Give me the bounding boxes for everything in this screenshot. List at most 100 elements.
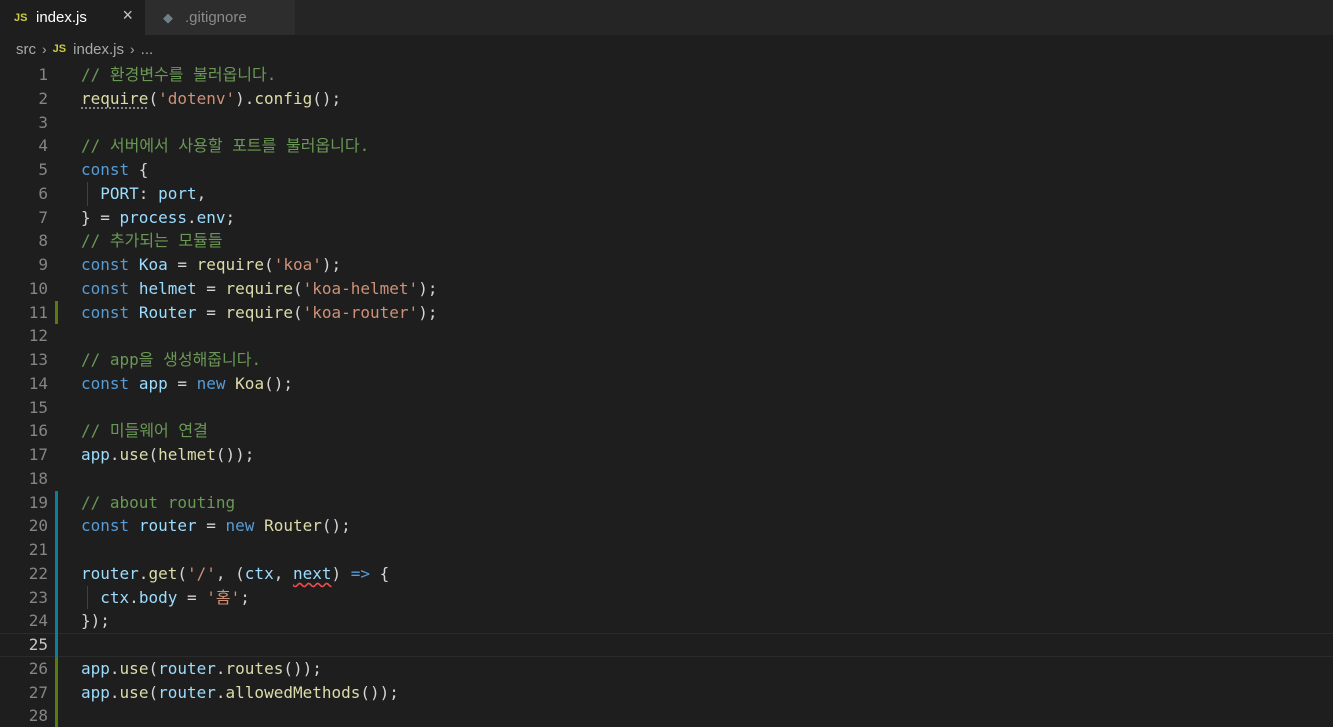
code-line[interactable]: 26 app.use(router.routes()); bbox=[0, 656, 1333, 681]
breadcrumb: src › JS index.js › ... bbox=[0, 35, 1333, 63]
code-token: require bbox=[225, 302, 293, 322]
close-icon[interactable]: × bbox=[122, 5, 133, 26]
code-line[interactable]: 16 // 미들웨어 연결 bbox=[0, 419, 1333, 443]
code-token: ( bbox=[292, 302, 303, 322]
breadcrumb-folder[interactable]: src bbox=[16, 41, 36, 58]
line-content: router.get('/', (ctx, next) => { bbox=[81, 562, 389, 586]
code-token: ( bbox=[148, 658, 159, 678]
line-number: 28 bbox=[28, 706, 48, 726]
code-line[interactable]: 6 PORT: port, bbox=[0, 181, 1333, 206]
tab-gitignore[interactable]: ◆ .gitignore bbox=[145, 0, 295, 35]
code-token: helmet bbox=[138, 278, 197, 298]
git-added-marker[interactable] bbox=[55, 538, 58, 562]
code-line[interactable]: 22 router.get('/', (ctx, next) => { bbox=[0, 561, 1333, 586]
code-token: use bbox=[119, 658, 149, 678]
code-token: const bbox=[81, 373, 130, 393]
code-line[interactable]: 10 const helmet = require('koa-helmet'); bbox=[0, 277, 1333, 301]
code-line[interactable]: 17 app.use(helmet()); bbox=[0, 443, 1333, 467]
code-area[interactable]: 1// 환경변수를 불러옵니다. 2 require('dotenv').confi… bbox=[0, 63, 1333, 727]
code-line[interactable]: 3 bbox=[0, 111, 1333, 135]
code-token: // 미들웨어 연결 bbox=[81, 421, 208, 441]
code-line[interactable]: 23 ctx.body = '홈'; bbox=[0, 585, 1333, 610]
code-line[interactable]: 21 bbox=[0, 538, 1333, 562]
git-modified-marker[interactable] bbox=[55, 680, 58, 705]
code-line[interactable]: 25 bbox=[0, 633, 1333, 657]
code-line[interactable]: 1 // 환경변수를 불러옵니다. bbox=[0, 63, 1333, 87]
code-line[interactable]: 24}); bbox=[0, 609, 1333, 633]
line-content: app.use(helmet()); bbox=[81, 443, 254, 467]
code-line[interactable]: 8 // 추가되는 모듈들 bbox=[0, 229, 1333, 253]
git-added-marker[interactable] bbox=[55, 561, 58, 586]
code-line[interactable]: 13 // app을 생성해줍니다. bbox=[0, 348, 1333, 372]
code-line[interactable]: 15 bbox=[0, 396, 1333, 420]
line-number: 11 bbox=[28, 302, 48, 322]
line-content: }); bbox=[81, 609, 110, 633]
code-token: = bbox=[196, 516, 226, 536]
code-token: const bbox=[81, 302, 130, 322]
code-token: env bbox=[196, 207, 226, 227]
code-line[interactable]: 9 const Koa = require('koa'); bbox=[0, 253, 1333, 277]
line-content: app.use(router.allowedMethods()); bbox=[81, 681, 399, 705]
line-number: 8 bbox=[38, 231, 48, 251]
line-content: PORT: port, bbox=[81, 182, 206, 206]
code-token: , bbox=[196, 183, 207, 203]
code-token: router bbox=[158, 682, 216, 702]
code-token: . bbox=[109, 658, 120, 678]
code-token: require bbox=[81, 88, 149, 108]
line-content: require('dotenv').config(); bbox=[81, 87, 341, 111]
git-added-marker[interactable] bbox=[55, 490, 58, 515]
code-token: router bbox=[138, 516, 197, 536]
code-line[interactable]: 20 const router = new Router(); bbox=[0, 514, 1333, 538]
line-content: // 서버에서 사용할 포트를 불러옵니다. bbox=[81, 134, 369, 158]
code-line[interactable]: 2 require('dotenv').config(); bbox=[0, 87, 1333, 111]
code-line[interactable]: 19 // about routing bbox=[0, 490, 1333, 515]
line-number: 18 bbox=[28, 468, 48, 488]
code-token: ( bbox=[148, 88, 159, 108]
git-modified-marker[interactable] bbox=[55, 704, 58, 727]
code-token: ctx bbox=[244, 563, 274, 583]
line-number: 12 bbox=[28, 326, 48, 346]
code-line[interactable]: 4 // 서버에서 사용할 포트를 불러옵니다. bbox=[0, 134, 1333, 158]
code-token: . bbox=[138, 563, 149, 583]
line-number: 6 bbox=[38, 183, 48, 203]
tab-index-js[interactable]: JS index.js × bbox=[0, 0, 145, 35]
code-line[interactable]: 11 const Router = require('koa-router'); bbox=[0, 300, 1333, 325]
line-content: // 추가되는 모듈들 bbox=[81, 229, 223, 253]
code-token: Koa bbox=[235, 373, 265, 393]
git-added-marker[interactable] bbox=[55, 585, 58, 610]
chevron-right-icon: › bbox=[42, 41, 47, 57]
code-token: const bbox=[81, 278, 130, 298]
git-modified-marker[interactable] bbox=[55, 656, 58, 681]
code-token: => bbox=[350, 563, 371, 583]
breadcrumb-file[interactable]: index.js bbox=[73, 41, 124, 58]
code-line[interactable]: 27 app.use(router.allowedMethods()); bbox=[0, 680, 1333, 705]
code-line[interactable]: 12 bbox=[0, 324, 1333, 348]
code-line[interactable]: 28 bbox=[0, 704, 1333, 727]
git-added-marker[interactable] bbox=[55, 514, 58, 538]
code-token: router bbox=[81, 563, 139, 583]
line-content: // app을 생성해줍니다. bbox=[81, 348, 261, 372]
git-modified-marker[interactable] bbox=[55, 300, 58, 325]
line-content: // 미들웨어 연결 bbox=[81, 419, 208, 443]
code-line[interactable]: 18 bbox=[0, 467, 1333, 491]
code-line[interactable]: 5 const { bbox=[0, 158, 1333, 182]
code-line[interactable]: 14 const app = new Koa(); bbox=[0, 372, 1333, 396]
javascript-file-icon: JS bbox=[14, 11, 28, 24]
git-added-marker[interactable] bbox=[55, 633, 58, 657]
git-diamond-icon: ◆ bbox=[163, 9, 173, 25]
breadcrumb-symbols[interactable]: ... bbox=[141, 41, 154, 58]
code-editor-window: JS index.js × ◆ .gitignore src › JS inde… bbox=[0, 0, 1333, 727]
code-line[interactable]: 7} = process.env; bbox=[0, 206, 1333, 230]
line-number: 23 bbox=[28, 587, 48, 607]
code-token: }); bbox=[81, 611, 110, 631]
line-content: ctx.body = '홈'; bbox=[81, 586, 250, 610]
line-number: 25 bbox=[28, 635, 48, 654]
code-token: app bbox=[138, 373, 168, 393]
code-token: . bbox=[186, 207, 197, 227]
line-content: const router = new Router(); bbox=[81, 514, 351, 538]
code-token: { bbox=[370, 563, 390, 583]
git-added-marker[interactable] bbox=[55, 609, 58, 633]
